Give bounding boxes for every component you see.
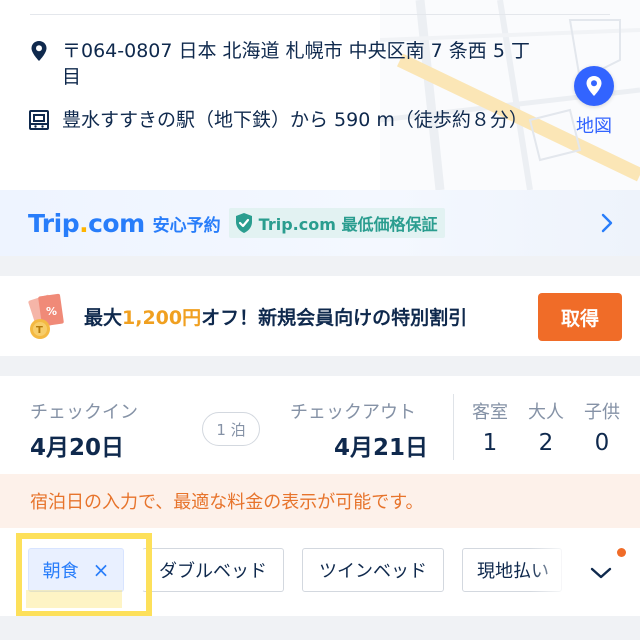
map-button[interactable]: 地図 — [572, 66, 616, 138]
logo-main: Trip — [28, 208, 80, 238]
filter-chip-twin-bed[interactable]: ツインベッド — [302, 548, 444, 592]
address-row: 〒064-0807 日本 北海道 札幌市 中央区南 7 条西 5 丁目 — [28, 38, 532, 90]
divider — [30, 14, 610, 15]
rooms-label: 客室 — [472, 402, 508, 423]
adults-label: 大人 — [528, 402, 564, 423]
trip-safe-booking-banner[interactable]: Trip.com 安心予約 Trip.com 最低価格保証 — [0, 190, 640, 256]
children-label: 子供 — [584, 402, 620, 423]
price-guarantee-text: Trip.com 最低価格保証 — [258, 215, 438, 234]
postal-address: 〒064-0807 日本 北海道 札幌市 中央区南 7 条西 5 丁目 — [62, 40, 530, 88]
date-notice: 宿泊日の入力で、最適な料金の表示が可能です。 — [0, 474, 640, 528]
promo-amount: 1,200円 — [122, 306, 202, 329]
station-access: 豊水すすきの駅（地下鉄）から 590 m（徒歩約８分） — [62, 109, 528, 131]
checkout-date[interactable]: 4月21日 — [334, 428, 428, 462]
highlight-box — [16, 533, 152, 617]
rooms-count[interactable]: 1 — [465, 430, 515, 456]
children-count[interactable]: 0 — [577, 430, 627, 456]
trip-logo: Trip.com — [28, 209, 145, 238]
promo-text: 最大1,200円オフ！新規会員向けの特別割引 — [84, 303, 467, 330]
filter-chip-double-bed[interactable]: ダブルベッド — [142, 548, 284, 592]
map-pin-icon[interactable] — [574, 66, 614, 106]
adults-count[interactable]: 2 — [521, 430, 571, 456]
address-card: 〒064-0807 日本 北海道 札幌市 中央区南 7 条西 5 丁目 豊水すす… — [0, 0, 640, 190]
checkout-label: チェックアウト — [290, 402, 416, 423]
checkin-label: チェックイン — [30, 402, 138, 423]
promo-suffix: オフ！新規会員向けの特別割引 — [201, 306, 468, 329]
get-coupon-button[interactable]: 取得 — [538, 293, 622, 341]
logo-tail: com — [88, 208, 145, 238]
notification-dot — [617, 548, 626, 557]
checkin-date[interactable]: 4月20日 — [30, 428, 124, 462]
map-label[interactable]: 地図 — [576, 112, 612, 138]
nights-badge: 1 泊 — [202, 412, 260, 446]
price-guarantee-badge: Trip.com 最低価格保証 — [228, 208, 446, 238]
chevron-down-icon[interactable] — [584, 558, 618, 588]
shield-check-icon — [235, 213, 252, 233]
divider — [453, 394, 454, 460]
logo-dot: . — [79, 208, 89, 238]
svg-text:T: T — [36, 325, 43, 336]
svg-text:%: % — [46, 305, 57, 318]
bottom-strip — [0, 616, 640, 640]
coupon-icon: % T — [28, 293, 64, 339]
chevron-right-icon[interactable] — [600, 212, 614, 238]
scroll-fade — [530, 548, 570, 594]
location-pin-icon — [28, 38, 50, 64]
train-station-icon — [28, 107, 50, 133]
station-row: 豊水すすきの駅（地下鉄）から 590 m（徒歩約８分） — [28, 107, 532, 133]
promo-prefix: 最大 — [84, 306, 123, 329]
safe-booking-label: 安心予約 — [152, 215, 221, 236]
promo-card: % T 最大1,200円オフ！新規会員向けの特別割引 取得 — [0, 276, 640, 356]
